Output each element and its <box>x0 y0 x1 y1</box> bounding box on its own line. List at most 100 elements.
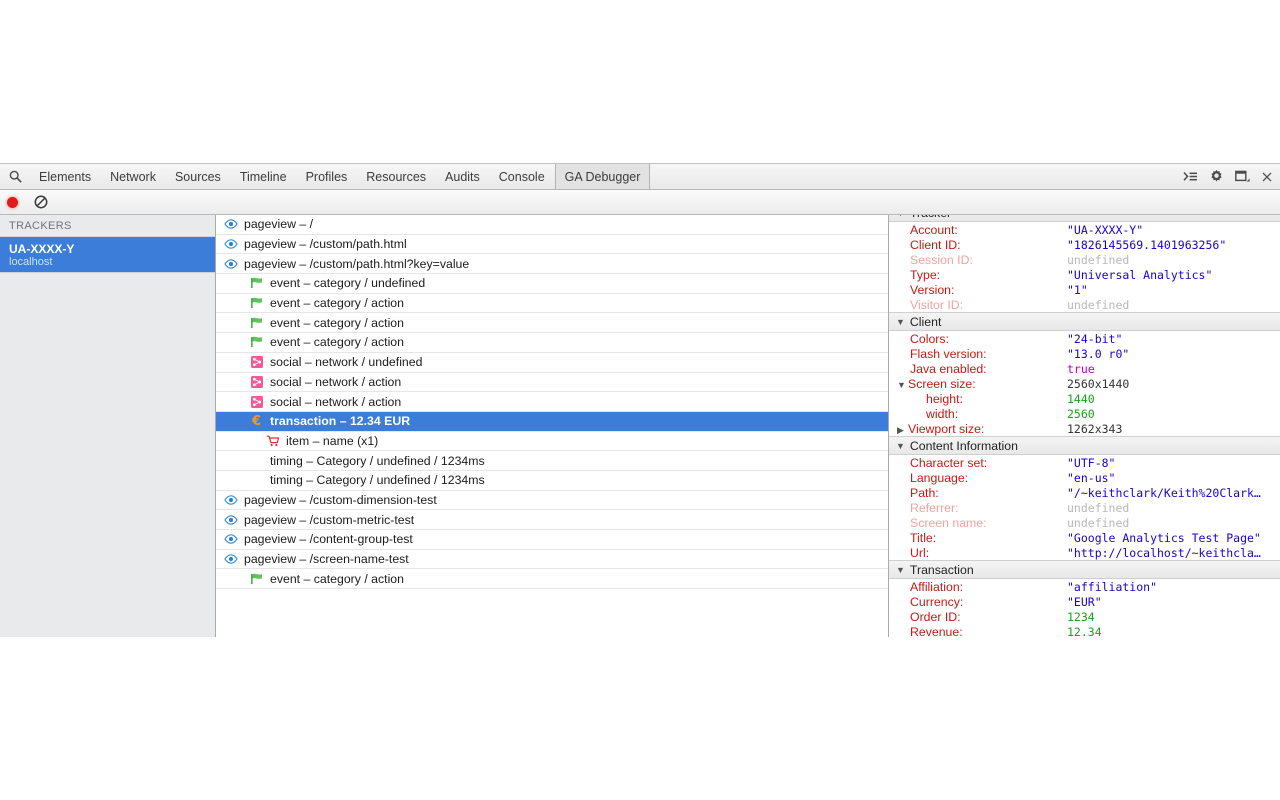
detail-property-row[interactable]: ▶Viewport size:1262x343 <box>889 421 1280 436</box>
detail-property-row[interactable]: Referrer: undefined <box>889 500 1280 515</box>
hit-row[interactable]: timing – Category / undefined / 1234ms <box>216 471 888 491</box>
tab-elements[interactable]: Elements <box>30 164 101 189</box>
detail-property-label: Type: <box>910 268 940 282</box>
hit-row[interactable]: pageview – /custom/path.html <box>216 235 888 255</box>
detail-property-row[interactable]: Title:"Google Analytics Test Page" <box>889 530 1280 545</box>
eye-icon <box>222 534 239 544</box>
console-drawer-icon[interactable] <box>1183 170 1198 183</box>
hit-row[interactable]: social – network / undefined <box>216 353 888 373</box>
detail-property-row[interactable]: Colors:"24-bit" <box>889 331 1280 346</box>
hit-label: pageview – /screen-name-test <box>244 552 409 566</box>
tab-ga-debugger[interactable]: GA Debugger <box>555 164 651 189</box>
tab-label: Sources <box>175 170 221 184</box>
detail-property-row[interactable]: Flash version:"13.0 r0" <box>889 346 1280 361</box>
clear-button[interactable] <box>34 195 48 209</box>
record-button[interactable] <box>7 197 18 208</box>
chevron-down-icon: ▼ <box>896 565 905 575</box>
detail-property-row[interactable]: Character set:"UTF-8" <box>889 455 1280 470</box>
tab-network[interactable]: Network <box>101 164 166 189</box>
detail-property-row[interactable]: Order ID:1234 <box>889 609 1280 624</box>
detail-property-value: 1262x343 <box>1067 422 1126 436</box>
tab-label: Resources <box>366 170 426 184</box>
hit-row[interactable]: €transaction – 12.34 EUR <box>216 412 888 432</box>
detail-property-label: height: <box>926 392 963 406</box>
hit-row[interactable]: event – category / action <box>216 333 888 353</box>
detail-section-header[interactable]: ▼Content Information <box>889 436 1280 455</box>
chevron-down-icon: ▼ <box>896 215 905 218</box>
tab-label: GA Debugger <box>565 170 641 184</box>
hit-row[interactable]: pageview – /screen-name-test <box>216 550 888 570</box>
tab-audits[interactable]: Audits <box>436 164 490 189</box>
settings-gear-icon[interactable] <box>1209 169 1224 184</box>
detail-property-name: Session ID: <box>889 253 1067 267</box>
eye-icon <box>222 239 239 249</box>
detail-property-row[interactable]: Affiliation:"affiliation" <box>889 579 1280 594</box>
detail-property-row[interactable]: Language:"en-us" <box>889 470 1280 485</box>
hit-row[interactable]: social – network / action <box>216 392 888 412</box>
detail-property-name: ▼Screen size: <box>889 377 1067 391</box>
social-icon <box>248 396 265 408</box>
hit-row[interactable]: pageview – /custom-dimension-test <box>216 491 888 511</box>
detail-section-header[interactable]: ▼Tracker <box>889 215 1280 222</box>
hit-row[interactable]: social – network / action <box>216 373 888 393</box>
detail-property-row[interactable]: Path:"/~keithclark/Keith%20Clark… <box>889 485 1280 500</box>
eye-icon <box>222 219 239 229</box>
hit-row[interactable]: pageview – /custom-metric-test <box>216 510 888 530</box>
detail-section-title: Client <box>910 315 941 329</box>
detail-property-value: "Universal Analytics" <box>1067 268 1216 282</box>
detail-property-row[interactable]: Screen name:undefined <box>889 515 1280 530</box>
detail-section-header[interactable]: ▼Transaction <box>889 560 1280 579</box>
detail-property-label: Java enabled: <box>910 362 987 376</box>
hit-row[interactable]: item – name (x1) <box>216 432 888 452</box>
devtools-tabs: ElementsNetwork Sources TimelineProfiles Re… <box>30 164 650 189</box>
tab-profiles[interactable]: Profiles <box>297 164 358 189</box>
detail-property-row[interactable]: Visitor ID:undefined <box>889 297 1280 312</box>
hit-row[interactable]: event – category / undefined <box>216 274 888 294</box>
hit-label: pageview – /content-group-test <box>244 532 413 546</box>
detail-property-value: undefined <box>1067 501 1133 515</box>
hit-row[interactable]: pageview – /custom/path.html?key=value <box>216 254 888 274</box>
dock-panel-icon[interactable] <box>1235 170 1251 184</box>
eye-icon <box>222 515 239 525</box>
euro-icon: € <box>248 414 265 429</box>
tab-sources[interactable]: Sources <box>166 164 231 189</box>
detail-property-row[interactable]: Java enabled:true <box>889 361 1280 376</box>
hit-label: event – category / undefined <box>270 276 425 290</box>
detail-property-name: Language: <box>889 471 1067 485</box>
hit-label: pageview – / <box>244 217 313 231</box>
search-icon[interactable] <box>0 164 30 189</box>
hit-row[interactable]: event – category / action <box>216 313 888 333</box>
detail-property-row[interactable]: width:2560 <box>889 406 1280 421</box>
detail-property-row[interactable]: Version:"1" <box>889 282 1280 297</box>
hit-row[interactable]: event – category / action <box>216 294 888 314</box>
detail-property-name: Screen name: <box>889 516 1067 530</box>
detail-property-value: "en-us" <box>1067 471 1119 485</box>
detail-property-label: Referrer: <box>910 501 959 515</box>
chevron-right-icon[interactable]: ▶ <box>897 425 908 436</box>
detail-property-row[interactable]: Type: "Universal Analytics" <box>889 267 1280 282</box>
tracker-item[interactable]: UA-XXXX-Ylocalhost <box>0 237 215 273</box>
close-icon[interactable] <box>1262 172 1272 182</box>
tab-timeline[interactable]: Timeline <box>231 164 297 189</box>
hit-row[interactable]: pageview – /content-group-test <box>216 530 888 550</box>
tab-console[interactable]: Console <box>490 164 555 189</box>
detail-property-row[interactable]: Currency:"EUR" <box>889 594 1280 609</box>
hit-row[interactable]: pageview – / <box>216 215 888 235</box>
tracker-id: UA-XXXX-Y <box>9 242 215 256</box>
detail-property-row[interactable]: ▼Screen size:2560x1440 <box>889 376 1280 391</box>
hit-row[interactable]: timing – Category / undefined / 1234ms <box>216 451 888 471</box>
detail-property-row[interactable]: Account:"UA-XXXX-Y" <box>889 222 1280 237</box>
detail-property-row[interactable]: Client ID:"1826145569.1401963256" <box>889 237 1280 252</box>
detail-property-value: "1" <box>1067 283 1092 297</box>
tab-resources[interactable]: Resources <box>357 164 436 189</box>
chevron-down-icon[interactable]: ▼ <box>897 380 908 390</box>
tab-label: Console <box>499 170 545 184</box>
detail-property-row[interactable]: Url:"http://localhost/~keithcla… <box>889 545 1280 560</box>
hit-row[interactable]: event – category / action <box>216 569 888 589</box>
detail-property-value: 12.34 <box>1067 625 1106 638</box>
detail-property-label: Character set: <box>910 456 987 470</box>
detail-property-row[interactable]: Revenue:12.34 <box>889 624 1280 637</box>
detail-property-row[interactable]: height:1440 <box>889 391 1280 406</box>
detail-property-row[interactable]: Session ID:undefined <box>889 252 1280 267</box>
detail-section-header[interactable]: ▼Client <box>889 312 1280 331</box>
